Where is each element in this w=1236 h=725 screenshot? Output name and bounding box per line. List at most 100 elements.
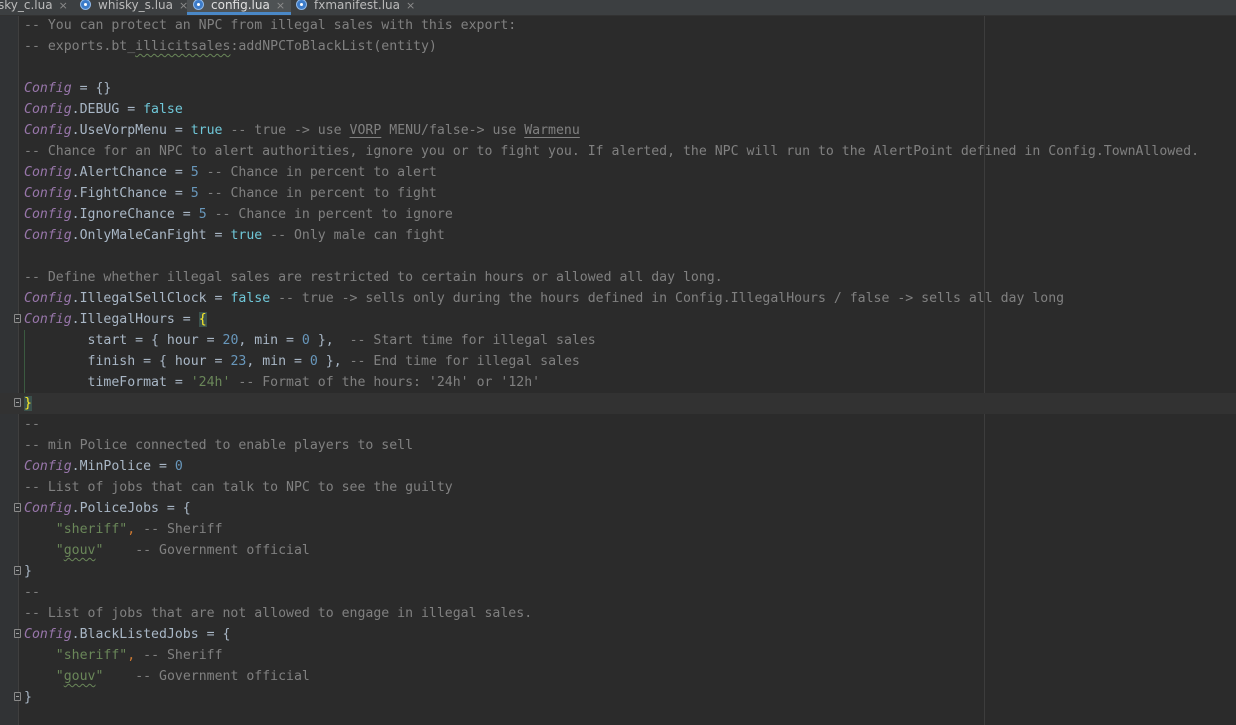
code-line[interactable]: Config.AlertChance = 5 -- Chance in perc… [0,162,1236,183]
code-line-text: Config.DEBUG = false [24,99,183,120]
fold-toggle-icon[interactable] [14,314,21,323]
code-line-text: Config.AlertChance = 5 -- Chance in perc… [24,162,437,183]
code-line[interactable]: Config = {} [0,78,1236,99]
code-token: -- Chance in percent to alert [198,165,437,180]
code-line-text: -- Define whether illegal sales are rest… [24,267,723,288]
code-line[interactable]: "sheriff", -- Sheriff [0,519,1236,540]
code-token: gouv [63,669,96,684]
code-line-text: Config.IgnoreChance = 5 -- Chance in per… [24,204,453,225]
code-line-text: -- List of jobs that are not allowed to … [24,603,532,624]
code-token: -- min Police connected to enable player… [24,438,414,453]
code-line[interactable] [0,57,1236,78]
code-line[interactable]: "gouv" -- Government official [0,666,1236,687]
code-token: -- Sheriff [135,648,223,663]
code-token: Warmenu [524,123,580,138]
code-line[interactable]: -- List of jobs that are not allowed to … [0,603,1236,624]
code-token: { [198,312,207,327]
code-token: Config [24,207,72,222]
code-line[interactable]: finish = { hour = 23, min = 0 }, -- End … [0,351,1236,372]
code-line[interactable]: Config.IllegalHours = { [0,309,1236,330]
code-line[interactable]: "sheriff", -- Sheriff [0,645,1236,666]
code-token: -- true -> sells only during the hours d… [270,291,1065,306]
tab-config-lua[interactable]: config.lua × [187,0,292,15]
code-line-text: Config.IllegalHours = { [24,309,207,330]
code-line[interactable]: Config.UseVorpMenu = true -- true -> use… [0,120,1236,141]
code-line[interactable]: start = { hour = 20, min = 0 }, -- Start… [0,330,1236,351]
code-token: VORP [349,123,382,138]
code-token: timeFormat = [24,375,191,390]
tab-sky-c-lua[interactable]: sky_c.lua × [0,0,74,15]
code-line-text: -- You can protect an NPC from illegal s… [24,15,516,36]
code-token: 20 [222,333,239,348]
code-line[interactable]: -- exports.bt_illicitsales:addNPCToBlack… [0,36,1236,57]
code-token: -- Start time for illegal sales [349,333,596,348]
code-line[interactable]: -- [0,582,1236,603]
code-token: -- Chance in percent to fight [198,186,437,201]
code-line[interactable]: Config.IllegalSellClock = false -- true … [0,288,1236,309]
code-token: , min = [246,354,310,369]
lua-file-icon [296,0,307,10]
code-line[interactable]: -- [0,414,1236,435]
code-token: 0 [309,354,318,369]
code-token: 5 [190,165,199,180]
code-line[interactable]: Config.DEBUG = false [0,99,1236,120]
code-line[interactable]: -- min Police connected to enable player… [0,435,1236,456]
tab-label: sky_c.lua [0,0,53,12]
code-line-text: -- exports.bt_illicitsales:addNPCToBlack… [24,36,437,57]
code-line-text: Config.OnlyMaleCanFight = true -- Only m… [24,225,445,246]
fold-toggle-icon[interactable] [14,629,21,638]
code-line[interactable]: -- Define whether illegal sales are rest… [0,267,1236,288]
code-token: .DEBUG = [71,102,144,117]
tab-fxmanifest-lua[interactable]: fxmanifest.lua × [290,0,421,15]
code-line[interactable] [0,246,1236,267]
code-token: .PoliceJobs = { [71,501,191,516]
code-line[interactable]: -- List of jobs that can talk to NPC to … [0,477,1236,498]
code-token: illicitsales [135,39,231,54]
code-line[interactable]: Config.BlackListedJobs = { [0,624,1236,645]
code-editor-window: sky_c.lua × whisky_s.lua × config.lua × fxm… [0,0,1236,725]
code-line-text: finish = { hour = 23, min = 0 }, -- End … [24,351,580,372]
code-token: Config [24,459,72,474]
close-icon[interactable]: × [276,0,285,15]
close-icon[interactable]: × [406,0,415,15]
code-line[interactable]: -- Chance for an NPC to alert authoritie… [0,141,1236,162]
code-line[interactable]: Config.FightChance = 5 -- Chance in perc… [0,183,1236,204]
code-token: -- true -> use [222,123,350,138]
code-line-text: Config.PoliceJobs = { [24,498,191,519]
code-line[interactable]: } [0,393,1236,414]
code-token: "sheriff" [55,648,128,663]
code-token: " [55,669,64,684]
tab-whisky-s-lua[interactable]: whisky_s.lua × [74,0,194,15]
editor-tab-bar: sky_c.lua × whisky_s.lua × config.lua × fxm… [0,0,1236,16]
code-token: -- Chance in percent to ignore [206,207,453,222]
code-token: -- Government official [103,543,310,558]
code-line-text: "gouv" -- Government official [24,540,310,561]
fold-toggle-icon[interactable] [14,692,21,701]
fold-toggle-icon[interactable] [14,398,21,407]
code-token: 23 [230,354,247,369]
code-token: = {} [71,81,112,96]
code-line-text: "sheriff", -- Sheriff [24,519,223,540]
close-icon[interactable]: × [59,0,68,15]
fold-toggle-icon[interactable] [14,566,21,575]
code-line[interactable]: } [0,561,1236,582]
code-token: }, [317,354,350,369]
code-token: -- List of jobs that are not allowed to … [24,606,533,621]
code-line-text: -- Chance for an NPC to alert authoritie… [24,141,1199,162]
code-token: true [230,228,263,243]
code-line[interactable]: Config.PoliceJobs = { [0,498,1236,519]
code-line[interactable]: Config.MinPolice = 0 [0,456,1236,477]
code-token: :addNPCToBlackList(entity) [230,39,437,54]
code-line[interactable]: Config.IgnoreChance = 5 -- Chance in per… [0,204,1236,225]
code-token: Config [24,228,72,243]
code-line[interactable]: timeFormat = '24h' -- Format of the hour… [0,372,1236,393]
code-line[interactable]: Config.OnlyMaleCanFight = true -- Only m… [0,225,1236,246]
code-token: -- You can protect an NPC from illegal s… [24,18,517,33]
code-line-text: -- [24,582,40,603]
code-line[interactable]: } [0,687,1236,708]
code-line[interactable]: "gouv" -- Government official [0,540,1236,561]
fold-toggle-icon[interactable] [14,503,21,512]
code-token: -- [24,417,40,432]
code-line[interactable]: -- You can protect an NPC from illegal s… [0,15,1236,36]
